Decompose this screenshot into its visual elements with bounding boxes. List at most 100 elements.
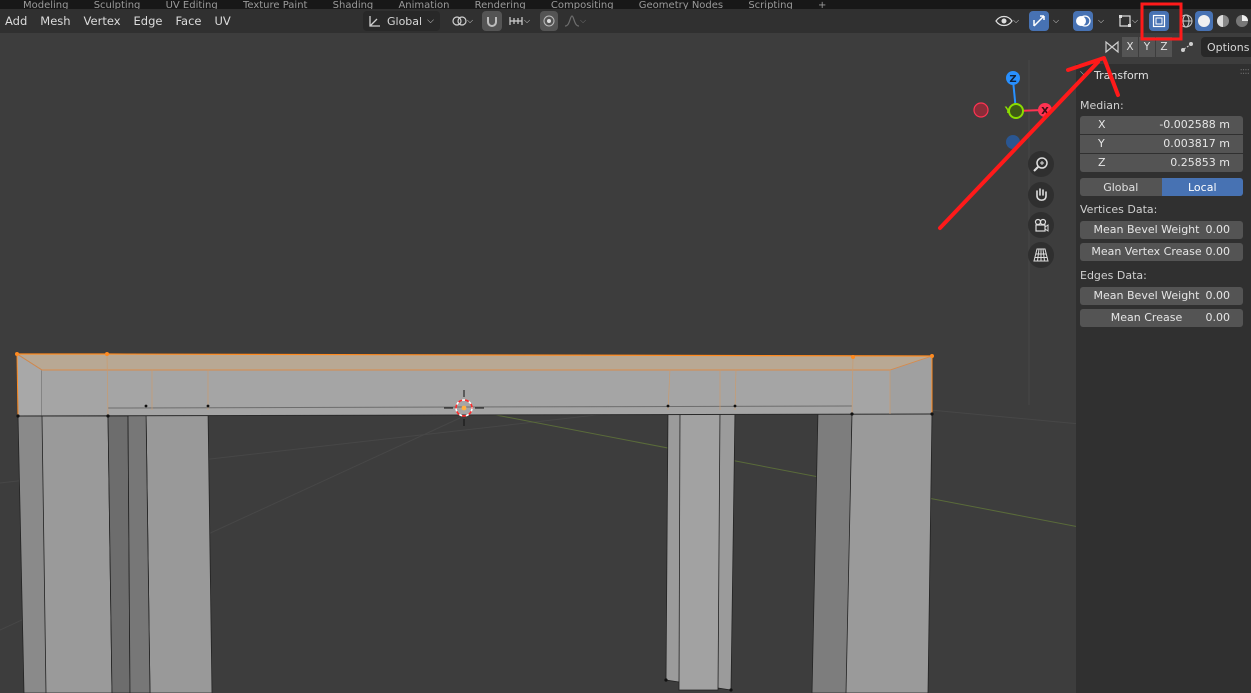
tab-uv-editing[interactable]: UV Editing bbox=[166, 0, 218, 9]
median-y-axis: Y bbox=[1098, 137, 1105, 150]
shading-wireframe-button[interactable] bbox=[1177, 11, 1195, 31]
shading-material-button[interactable] bbox=[1214, 11, 1232, 31]
median-z-value: 0.25853 m bbox=[1170, 156, 1230, 169]
table-legs bbox=[17, 409, 933, 693]
median-z-field[interactable]: Z 0.25853 m bbox=[1080, 154, 1243, 172]
perspective-toggle-button[interactable] bbox=[1028, 242, 1054, 268]
overlays-icon bbox=[1076, 15, 1091, 27]
orientation-icon bbox=[369, 16, 380, 27]
snap-target-dropdown[interactable]: ⌵ bbox=[504, 11, 534, 31]
xray-icon bbox=[1152, 14, 1166, 28]
tab-texture-paint[interactable]: Texture Paint bbox=[243, 0, 308, 9]
snap-toggle[interactable] bbox=[482, 11, 502, 31]
camera-icon bbox=[1034, 218, 1049, 232]
local-button[interactable]: Local bbox=[1161, 178, 1243, 196]
menu-face[interactable]: Face bbox=[170, 14, 209, 28]
tool-settings-row: X Y Z Options bbox=[1102, 37, 1251, 57]
gizmo-dropdown[interactable]: ⌵ bbox=[1049, 11, 1063, 31]
tab-scripting[interactable]: Scripting bbox=[748, 0, 792, 9]
visibility-dropdown[interactable]: ⌵ bbox=[990, 11, 1024, 31]
gizmo-neg-x bbox=[973, 102, 989, 118]
drag-handle-icon[interactable]: :::: bbox=[1240, 66, 1251, 77]
tab-geometry-nodes[interactable]: Geometry Nodes bbox=[639, 0, 723, 9]
hand-icon bbox=[1036, 188, 1047, 201]
falloff-dropdown[interactable]: ⌵ bbox=[560, 11, 590, 31]
header-menu: Add Mesh Vertex Edge Face UV bbox=[0, 9, 239, 33]
gizmo-neg-z bbox=[1006, 135, 1020, 149]
zoom-button[interactable] bbox=[1028, 151, 1054, 177]
falloff-curve-icon bbox=[564, 15, 580, 27]
edge-mean-bevel-weight-value: 0.00 bbox=[1205, 289, 1231, 302]
global-button[interactable]: Global bbox=[1080, 178, 1162, 196]
zoom-magnifier-icon bbox=[1033, 157, 1048, 172]
shading-solid-button[interactable] bbox=[1195, 11, 1213, 31]
panel-title: Transform bbox=[1094, 69, 1149, 82]
viewport-header: Add Mesh Vertex Edge Face UV Global ⌵ ⌵ … bbox=[0, 9, 1251, 33]
solid-sphere-icon bbox=[1198, 15, 1210, 27]
gizmo-arrows-icon bbox=[1033, 15, 1045, 27]
add-workspace-tab[interactable]: + bbox=[818, 0, 826, 9]
median-x-value: -0.002588 m bbox=[1159, 118, 1230, 131]
vertices-data-label: Vertices Data: bbox=[1080, 203, 1158, 216]
material-sphere-icon bbox=[1217, 15, 1229, 27]
chevron-down-icon: ⌵ bbox=[427, 16, 434, 26]
gizmo-toggle[interactable] bbox=[1029, 11, 1049, 31]
vertex-mean-bevel-weight-value: 0.00 bbox=[1205, 223, 1231, 236]
tab-animation[interactable]: Animation bbox=[398, 0, 449, 9]
gizmo-x-label: X bbox=[1041, 106, 1049, 117]
median-x-field[interactable]: X -0.002588 m bbox=[1080, 116, 1243, 134]
orientation-dropdown[interactable]: Global ⌵ bbox=[363, 11, 440, 31]
mesh-overlay-icon bbox=[1118, 15, 1131, 27]
menu-mesh[interactable]: Mesh bbox=[35, 14, 78, 28]
eye-icon bbox=[995, 15, 1013, 27]
median-x-axis: X bbox=[1098, 118, 1106, 131]
proportional-edit-toggle[interactable] bbox=[540, 11, 558, 31]
gizmo-z-label: Z bbox=[1009, 74, 1016, 85]
options-dropdown[interactable]: Options bbox=[1201, 37, 1251, 57]
vertex-mean-bevel-weight-field[interactable]: Mean Bevel Weight 0.00 bbox=[1080, 221, 1243, 239]
3d-viewport[interactable]: Z X Y bbox=[0, 0, 1251, 693]
grid-perspective-icon bbox=[1033, 248, 1049, 262]
wireframe-sphere-icon bbox=[1179, 14, 1193, 28]
edges-data-label: Edges Data: bbox=[1080, 269, 1147, 282]
menu-add[interactable]: Add bbox=[0, 14, 35, 28]
overlays-toggle[interactable] bbox=[1073, 11, 1093, 31]
shading-rendered-button[interactable] bbox=[1233, 11, 1251, 31]
tab-compositing[interactable]: Compositing bbox=[551, 0, 614, 9]
mirror-z-toggle[interactable]: Z bbox=[1156, 37, 1172, 57]
median-y-value: 0.003817 m bbox=[1163, 137, 1230, 150]
median-label: Median: bbox=[1080, 99, 1124, 112]
camera-view-button[interactable] bbox=[1028, 212, 1054, 238]
tab-rendering[interactable]: Rendering bbox=[475, 0, 526, 9]
tab-sculpting[interactable]: Sculpting bbox=[94, 0, 141, 9]
mean-crease-field[interactable]: Mean Crease 0.00 bbox=[1080, 309, 1243, 327]
auto-merge-icon[interactable] bbox=[1173, 37, 1201, 57]
space-toggle: Global Local bbox=[1080, 178, 1243, 196]
mirror-y-toggle[interactable]: Y bbox=[1139, 37, 1155, 57]
gizmo-y-label: Y bbox=[1004, 106, 1012, 116]
menu-uv[interactable]: UV bbox=[209, 14, 238, 28]
overlays-dropdown[interactable]: ⌵ bbox=[1094, 11, 1108, 31]
mesh-edit-overlays-dropdown[interactable]: ⌵ bbox=[1113, 11, 1143, 31]
menu-vertex[interactable]: Vertex bbox=[79, 14, 129, 28]
panel-header[interactable]: ⌵ Transform :::: bbox=[1076, 64, 1251, 86]
median-y-field[interactable]: Y 0.003817 m bbox=[1080, 135, 1243, 153]
median-z-axis: Z bbox=[1098, 156, 1106, 169]
collapse-chevron-icon: ⌵ bbox=[1080, 67, 1088, 78]
options-label: Options bbox=[1207, 40, 1250, 54]
xray-toggle[interactable] bbox=[1149, 11, 1169, 31]
navigation-gizmo: Z X Y bbox=[973, 71, 1052, 149]
mean-vertex-crease-field[interactable]: Mean Vertex Crease 0.00 bbox=[1080, 243, 1243, 261]
pivot-point-dropdown[interactable]: ⌵ bbox=[447, 11, 477, 31]
mirror-butterfly-icon bbox=[1102, 37, 1122, 57]
tab-shading[interactable]: Shading bbox=[333, 0, 374, 9]
mean-vertex-crease-value: 0.00 bbox=[1205, 245, 1231, 258]
edge-mean-bevel-weight-field[interactable]: Mean Bevel Weight 0.00 bbox=[1080, 287, 1243, 305]
rendered-sphere-icon bbox=[1236, 15, 1248, 27]
tab-modeling[interactable]: Modeling bbox=[23, 0, 69, 9]
menu-edge[interactable]: Edge bbox=[129, 14, 171, 28]
pan-button[interactable] bbox=[1028, 182, 1054, 208]
workspace-tabs[interactable]: Modeling Sculpting UV Editing Texture Pa… bbox=[0, 0, 1251, 9]
magnet-icon bbox=[487, 17, 497, 27]
mirror-x-toggle[interactable]: X bbox=[1122, 37, 1138, 57]
